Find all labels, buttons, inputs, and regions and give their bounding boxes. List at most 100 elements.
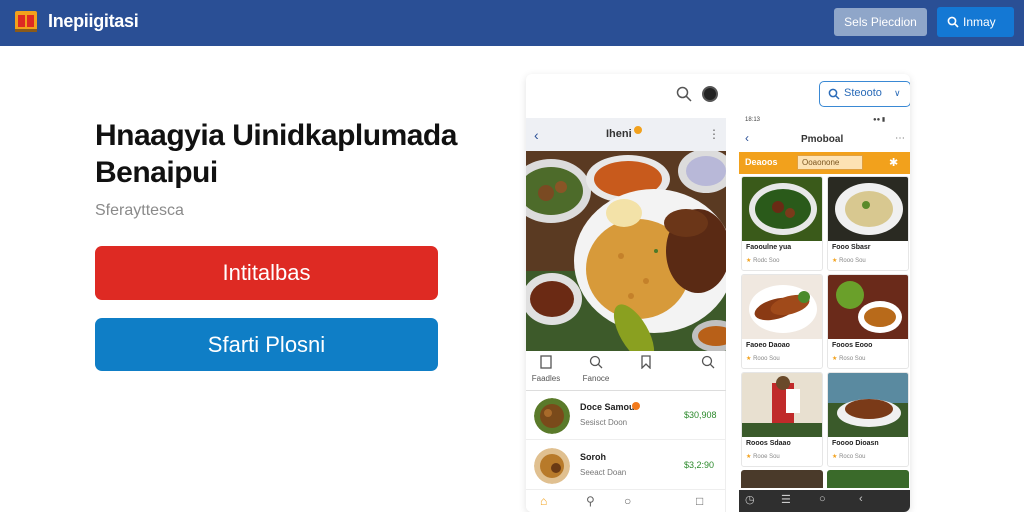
dish-card-name: Rooos Sdaao	[746, 440, 791, 447]
left-screen-title: Iheni	[606, 128, 632, 140]
brand-name[interactable]: Inepiigitasi	[48, 11, 139, 32]
dish-image	[742, 275, 822, 339]
dish-card[interactable]: Fooos Eooo ★ Roso Sou	[827, 274, 909, 369]
search-icon	[701, 355, 715, 369]
search-icon[interactable]: ⚲	[586, 494, 595, 508]
dish-card-meta: ★ Rodc Soo	[746, 258, 780, 264]
tab-feed-label: Faadles	[531, 374, 561, 383]
app-preview-frame: Steooto ∨ ‹ Iheni ⋮ Faadles Fanoce Doce …	[526, 74, 910, 512]
right-phone-screen: 18:13 ●● ▮ ‹ Pmoboal ⋯ Deaoos Ooaonone ✱…	[739, 116, 910, 512]
hero-title-line1: Hnaagyia Uinidkaplumada	[95, 119, 457, 152]
list-item-price: $3,2:90	[684, 460, 715, 470]
badge-dot-icon	[632, 402, 640, 410]
dish-card-name: Fooo Sbasr	[832, 244, 871, 251]
right-screen-header: ‹ Pmoboal ⋯	[739, 128, 910, 152]
left-phone-screen: ‹ Iheni ⋮ Faadles Fanoce Doce Samou Sesi…	[526, 118, 726, 512]
logo-icon[interactable]	[12, 7, 40, 35]
list-item-name: Soroh	[580, 452, 606, 462]
banner-search-input[interactable]: Ooaonone	[797, 155, 863, 170]
hero-subtitle: Sferayttesca	[95, 202, 184, 219]
dish-card[interactable]: Faooulne yua ★ Rodc Soo	[741, 176, 823, 271]
back-icon[interactable]: ‹	[859, 493, 863, 505]
list-item-sub: Sesisct Doon	[580, 418, 628, 427]
tab-feed[interactable]: Faadles	[526, 355, 566, 383]
dish-card[interactable]: Foooo Dioasn ★ Roco Sou	[827, 372, 909, 467]
home-icon[interactable]: ○	[819, 493, 826, 505]
location-pill-label: Steooto	[844, 87, 882, 99]
sign-in-button[interactable]: Sels Piecdion	[834, 8, 927, 36]
star-icon: ★	[746, 258, 752, 264]
dish-card-meta: ★ Roco Sou	[832, 454, 866, 460]
back-arrow-icon[interactable]: ‹	[745, 131, 749, 145]
dish-card-name: Fooos Eooo	[832, 342, 873, 349]
right-screen-title: Pmoboal	[801, 134, 844, 145]
dish-thumbnail	[534, 398, 570, 434]
left-screen-header: ‹ Iheni ⋮	[526, 118, 726, 151]
dish-card-meta: ★ Rooo Sou	[746, 356, 780, 362]
dish-card-meta: ★ Roso Sou	[832, 356, 866, 362]
dish-thumbnail	[534, 448, 570, 484]
filter-icon[interactable]: ✱	[889, 156, 898, 169]
list-item[interactable]: Doce Samou Sesisct Doon $30,908	[526, 392, 726, 440]
dish-card-name: Faoeo Daoao	[746, 342, 790, 349]
search-icon[interactable]	[676, 86, 692, 102]
dish-card[interactable]: Fooo Sbasr ★ Rooo Sou	[827, 176, 909, 271]
dish-card-meta: ★ Rooe Sou	[746, 454, 780, 460]
circle-icon[interactable]: ○	[624, 494, 631, 508]
list-item-price: $30,908	[684, 410, 717, 420]
signal-icon: ●● ▮	[873, 117, 886, 123]
dish-card[interactable]: Faoeo Daoao ★ Rooo Sou	[741, 274, 823, 369]
banner-label: Deaoos	[745, 157, 778, 167]
search-icon	[828, 88, 840, 100]
list-item-sub: Seeact Doan	[580, 468, 627, 477]
dish-image	[828, 177, 908, 241]
home-icon[interactable]: ⌂	[540, 494, 547, 508]
partial-card-row	[741, 470, 909, 488]
book-icon	[540, 355, 552, 369]
dish-card[interactable]: Rooos Sdaao ★ Rooe Sou	[741, 372, 823, 467]
hero-title: Hnaagyia Uinidkaplumada Benaipui	[95, 117, 475, 191]
left-bottom-nav: ⌂ ⚲ ○ □	[526, 490, 726, 512]
tab-search[interactable]: Fanoce	[576, 355, 616, 383]
avatar[interactable]	[702, 86, 718, 102]
search-button-label: Inmay	[963, 15, 996, 29]
top-navigation-bar: Inepiigitasi Sels Piecdion Inmay	[0, 0, 1024, 46]
food-hero-image	[526, 151, 726, 351]
status-bar: 18:13 ●● ▮	[739, 116, 910, 126]
back-arrow-icon[interactable]: ‹	[534, 127, 539, 143]
dish-card-name: Faooulne yua	[746, 244, 792, 251]
star-icon: ★	[832, 258, 838, 264]
dish-image	[742, 177, 822, 241]
more-horizontal-icon[interactable]: ⋯	[895, 133, 905, 144]
dish-card-name: Foooo Dioasn	[832, 440, 879, 447]
dish-image	[742, 373, 822, 437]
tab-search-label: Fanoce	[582, 374, 610, 383]
star-icon: ★	[832, 356, 838, 362]
star-icon: ★	[832, 454, 838, 460]
location-pill-button[interactable]: Steooto ∨	[819, 81, 910, 107]
list-item[interactable]: Soroh Seeact Doan $3,2:90	[526, 442, 726, 490]
dish-card-meta: ★ Rooo Sou	[832, 258, 866, 264]
profile-icon[interactable]: □	[696, 494, 703, 508]
status-time: 18:13	[745, 117, 761, 123]
recents-icon[interactable]: ◷	[745, 493, 755, 506]
star-icon: ★	[746, 454, 752, 460]
tab-explore[interactable]	[688, 355, 728, 369]
more-vertical-icon[interactable]: ⋮	[708, 127, 720, 141]
hero-title-line2: Benaipui	[95, 156, 218, 189]
primary-cta-button[interactable]: Intitalbas	[95, 246, 438, 300]
search-icon	[947, 16, 959, 28]
secondary-cta-button[interactable]: Sfarti Plosni	[95, 318, 438, 371]
tab-saved[interactable]	[626, 355, 666, 369]
menu-icon[interactable]: ☰	[781, 493, 791, 506]
dish-image	[828, 275, 908, 339]
bookmark-icon	[641, 355, 651, 369]
left-screen-tabs: Faadles Fanoce	[526, 351, 726, 391]
chevron-down-icon: ∨	[894, 88, 901, 98]
notification-dot-icon	[634, 126, 642, 134]
star-icon: ★	[746, 356, 752, 362]
dish-image	[828, 373, 908, 437]
list-item-name: Doce Samou	[580, 402, 635, 412]
search-button[interactable]: Inmay	[937, 7, 1014, 37]
search-icon	[589, 355, 603, 369]
